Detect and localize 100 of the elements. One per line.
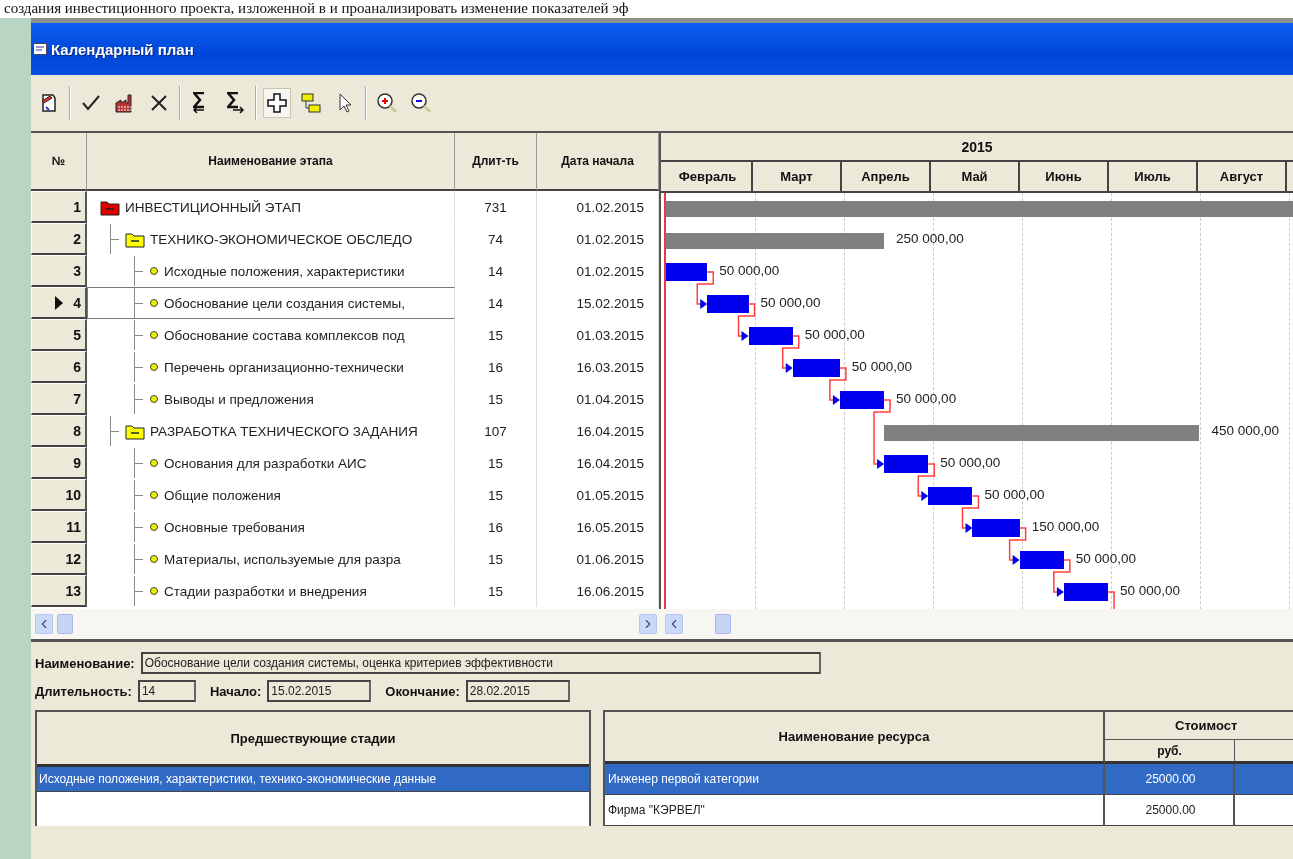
start-date-cell: 01.05.2015 xyxy=(537,479,659,511)
scroll-thumb[interactable] xyxy=(715,614,731,634)
zoom-out-icon xyxy=(410,92,432,114)
duration-cell: 107 xyxy=(455,415,537,447)
stage-name: Материалы, используемые для разра xyxy=(164,551,401,567)
sigma-right-icon xyxy=(226,92,244,114)
dependency-line xyxy=(873,399,891,465)
name-field[interactable]: Обоснование цели создания системы, оценка критериев эффективности xyxy=(140,652,821,674)
row-number-text: 9 xyxy=(73,454,81,471)
duration-cell: 16 xyxy=(455,511,537,543)
dependency-line xyxy=(917,463,936,497)
dependency-line xyxy=(829,367,847,401)
month-header: Июль xyxy=(1109,162,1198,191)
row-number-text: 3 xyxy=(73,262,81,279)
document-text: создания инвестиционного проекта, изложенной в и проанализировать изменение показателей эф xyxy=(3,0,630,18)
dependency-line xyxy=(961,495,980,529)
dependency-line xyxy=(1053,559,1071,593)
cost-label: 50 000,00 xyxy=(896,391,957,406)
duration-cell: 15 xyxy=(455,543,537,575)
start-date-cell: 01.02.2015 xyxy=(537,191,659,223)
row-number-text: 13 xyxy=(65,582,81,599)
window-title: Календарный план xyxy=(51,40,194,58)
dependency-line xyxy=(737,303,756,337)
field-label: Длительность: xyxy=(35,683,132,699)
column-header: Стоимост xyxy=(1105,712,1293,740)
field-label: Окончание: xyxy=(385,683,460,699)
bullet-icon xyxy=(149,394,159,404)
row-number-text: 7 xyxy=(73,390,81,407)
bullet-icon xyxy=(149,522,159,532)
duration-cell: 15 xyxy=(455,383,537,415)
dependency-line xyxy=(1008,527,1027,561)
stage-name: ИНВЕСТИЦИОННЫЙ ЭТАП xyxy=(125,199,301,215)
stage-name: Исходные положения, характеристики xyxy=(164,263,405,279)
bullet-icon xyxy=(149,298,159,308)
scroll-thumb[interactable] xyxy=(57,614,73,634)
duration-cell: 16 xyxy=(455,351,537,383)
stage-name: Стадии разработки и внедрения xyxy=(164,583,367,599)
bullet-icon xyxy=(149,362,159,372)
predecessor-row[interactable]: Исходные положения, характеристики, технико-экономические данные xyxy=(37,767,589,792)
column-header: № xyxy=(31,133,87,191)
folder-icon[interactable] xyxy=(125,230,145,248)
duration-cell: 15 xyxy=(455,479,537,511)
duration-cell: 15 xyxy=(455,447,537,479)
cost-label: 50 000,00 xyxy=(1075,551,1136,566)
bullet-icon xyxy=(149,554,159,564)
row-number-text: 12 xyxy=(65,550,81,567)
month-header: Февраль xyxy=(664,162,753,191)
cost-label: 50 000,00 xyxy=(760,295,821,310)
stage-name: Основания для разработки АИС xyxy=(164,455,367,471)
resource-name-cell[interactable]: Фирма "КЭРВЕЛ" xyxy=(605,795,1105,826)
column-header: Предшествующие стадии xyxy=(37,712,589,767)
cost-label: 50 000,00 xyxy=(1120,583,1181,598)
cost-label: 50 000,00 xyxy=(940,455,1001,470)
duration-field[interactable]: 14 xyxy=(137,680,196,702)
row-number-text: 4 xyxy=(73,294,81,311)
start-date-cell: 16.03.2015 xyxy=(537,351,659,383)
zoom-in-icon xyxy=(376,92,398,114)
resource-cost-cell: 25000.00 xyxy=(1105,764,1235,795)
row-number-text: 8 xyxy=(73,422,81,439)
stage-name: Общие положения xyxy=(164,487,281,503)
cost-label: 50 000,00 xyxy=(851,359,912,374)
column-header: Длит-ть xyxy=(455,133,537,191)
bullet-icon xyxy=(149,330,159,340)
start-date-cell: 15.02.2015 xyxy=(537,287,659,319)
start-date-cell: 01.03.2015 xyxy=(537,319,659,351)
linked-boxes-icon xyxy=(300,92,322,114)
folder-icon[interactable] xyxy=(125,422,145,440)
start-date-cell: 16.04.2015 xyxy=(537,447,659,479)
scroll-left-button[interactable] xyxy=(35,614,53,634)
task-bar[interactable] xyxy=(666,263,708,281)
column-header: Дата начала xyxy=(537,133,659,191)
folder-icon[interactable] xyxy=(100,198,120,216)
cost-label: 450 000,00 xyxy=(1211,423,1279,438)
stage-name: ТЕХНИКО-ЭКОНОМИЧЕСКОЕ ОБСЛЕДО xyxy=(150,231,413,247)
field-label: Начало: xyxy=(209,683,262,699)
field-label: Наименование: xyxy=(35,655,135,671)
plus-icon xyxy=(266,92,288,114)
start-date-cell: 16.04.2015 xyxy=(537,415,659,447)
end-field[interactable]: 28.02.2015 xyxy=(465,680,570,702)
month-header: Июнь xyxy=(1020,162,1109,191)
resource-name-cell[interactable]: Инженер первой категории xyxy=(605,764,1105,795)
duration-cell: 14 xyxy=(455,287,537,319)
row-number-text: 6 xyxy=(73,358,81,375)
month-header: Август xyxy=(1198,162,1287,191)
stage-name: Обоснование цели создания системы, xyxy=(164,295,405,311)
bullet-icon xyxy=(149,586,159,596)
resource-cost-cell: 25000.00 xyxy=(1105,795,1235,826)
scroll-left-button[interactable] xyxy=(665,614,683,634)
window-icon xyxy=(33,43,47,55)
toolbar-button[interactable] xyxy=(263,88,291,118)
scroll-right-button[interactable] xyxy=(639,614,657,634)
start-field[interactable]: 15.02.2015 xyxy=(267,680,372,702)
cost-label: 250 000,00 xyxy=(896,231,964,246)
stage-name: Выводы и предложения xyxy=(164,391,314,407)
start-date-cell: 01.02.2015 xyxy=(537,255,659,287)
dependency-line xyxy=(696,271,714,305)
row-number-text: 10 xyxy=(65,486,81,503)
duration-cell: 15 xyxy=(455,319,537,351)
start-date-cell: 16.05.2015 xyxy=(537,511,659,543)
column-header: Наименование ресурса xyxy=(605,712,1105,764)
